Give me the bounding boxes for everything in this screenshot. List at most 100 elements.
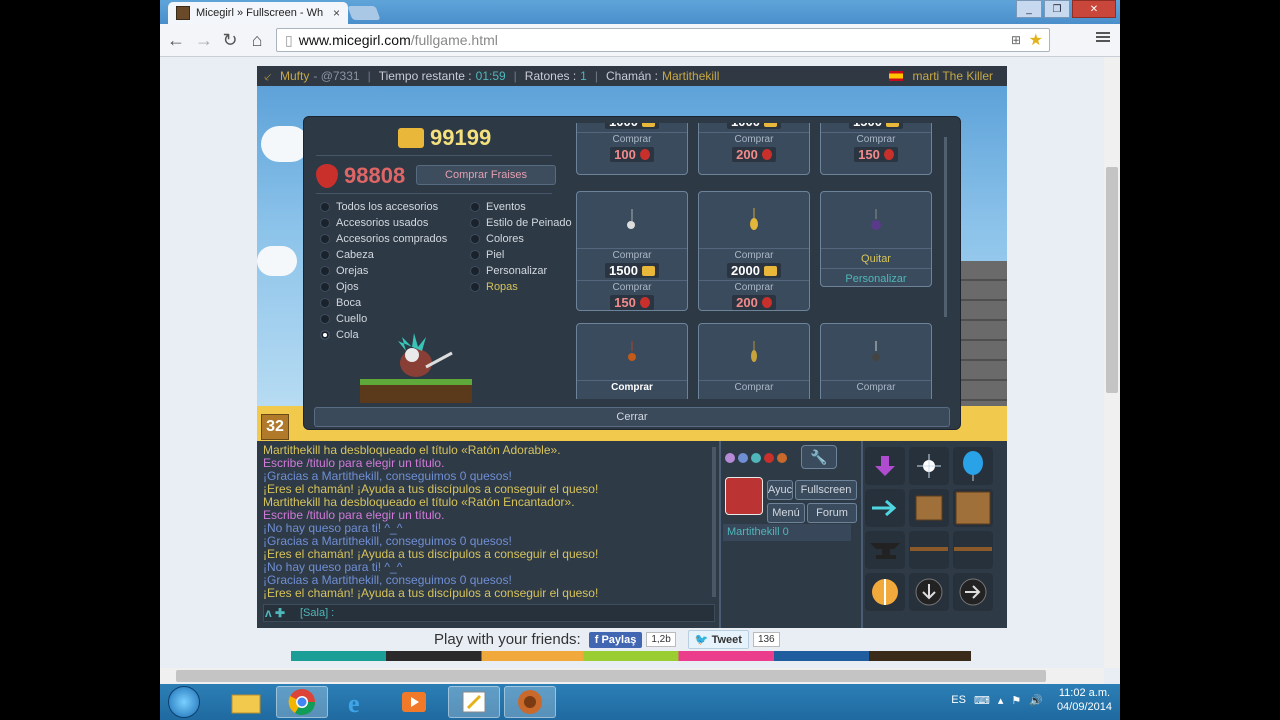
category-item-selected[interactable]: Cola bbox=[320, 329, 359, 341]
translate-icon[interactable]: ⊞ bbox=[1011, 33, 1021, 47]
caret-icon[interactable]: ʌ bbox=[265, 606, 272, 620]
minimize-button[interactable]: _ bbox=[1016, 0, 1042, 18]
shop-item[interactable]: Comprar 1000 Comprar 100 bbox=[576, 123, 688, 175]
flag-icon[interactable]: ⚑ bbox=[1011, 694, 1021, 707]
tab-close-icon[interactable]: × bbox=[333, 6, 340, 20]
berry-buy-section[interactable]: Comprar 150 bbox=[821, 132, 931, 164]
spirit-icon[interactable] bbox=[909, 447, 949, 485]
arrow-down-icon[interactable] bbox=[865, 447, 905, 485]
browser-tab[interactable]: Micegirl » Fullscreen - Wh × bbox=[168, 2, 348, 24]
help-button[interactable]: Ayuc bbox=[767, 480, 793, 500]
clock[interactable]: 11:02 a.m. 04/09/2014 bbox=[1057, 686, 1112, 714]
scroll-thumb[interactable] bbox=[1106, 167, 1118, 393]
avatar[interactable] bbox=[725, 477, 763, 515]
start-button[interactable] bbox=[168, 686, 200, 718]
arrow-down-circle-icon[interactable] bbox=[909, 573, 949, 611]
category-item[interactable]: Ropas bbox=[470, 281, 518, 293]
horizontal-scrollbar[interactable] bbox=[160, 668, 1104, 684]
fullscreen-button[interactable]: Fullscreen bbox=[795, 480, 857, 500]
small-plank-icon[interactable] bbox=[909, 531, 949, 569]
berry-buy-section[interactable]: Comprar 150 bbox=[577, 280, 687, 312]
chrome-menu-icon[interactable] bbox=[1096, 30, 1110, 44]
balloon-icon[interactable] bbox=[953, 447, 993, 485]
category-item[interactable]: Ojos bbox=[320, 281, 359, 293]
facebook-share-button[interactable]: f Paylaş bbox=[588, 631, 643, 648]
back-icon[interactable]: ← bbox=[164, 30, 188, 51]
cheese-buy-section[interactable]: Comprar bbox=[577, 380, 687, 399]
small-box-icon[interactable] bbox=[909, 489, 949, 527]
reload-icon[interactable]: ↻ bbox=[218, 30, 242, 51]
tray-chevron-icon[interactable]: ▴ bbox=[998, 694, 1004, 707]
plus-icon[interactable]: ✚ bbox=[275, 606, 285, 620]
customize-button[interactable]: Personalizar bbox=[821, 268, 931, 288]
internet-explorer-icon[interactable]: e bbox=[332, 686, 384, 718]
category-item[interactable]: Piel bbox=[470, 249, 504, 261]
home-icon[interactable]: ⌂ bbox=[245, 30, 269, 51]
menu-button[interactable]: Menú bbox=[767, 503, 805, 523]
large-plank-icon[interactable] bbox=[953, 531, 993, 569]
remove-button[interactable]: Quitar bbox=[821, 248, 931, 268]
chat-scrollbar[interactable] bbox=[712, 447, 716, 597]
category-item[interactable]: Estilo de Peinado bbox=[470, 217, 572, 229]
items-scrollbar[interactable] bbox=[944, 137, 947, 317]
paint-icon[interactable] bbox=[448, 686, 500, 718]
cheese-buy-section[interactable]: Comprar 2000 bbox=[699, 248, 809, 280]
category-item[interactable]: Eventos bbox=[470, 201, 526, 213]
category-item[interactable]: Personalizar bbox=[470, 265, 547, 277]
cheese-buy-section[interactable]: Comprar bbox=[821, 380, 931, 399]
volume-icon[interactable]: 🔊 bbox=[1029, 694, 1043, 707]
category-item[interactable]: Cuello bbox=[320, 313, 367, 325]
category-item[interactable]: Cabeza bbox=[320, 249, 374, 261]
game-frame[interactable]: ⸔ Mufty - @7331 | Tiempo restante : 01:5… bbox=[257, 66, 1007, 628]
arrow-right-icon[interactable] bbox=[865, 489, 905, 527]
close-window-button[interactable]: ✕ bbox=[1072, 0, 1116, 18]
language-indicator[interactable]: ES bbox=[951, 694, 966, 706]
category-item[interactable]: Accesorios usados bbox=[320, 217, 428, 229]
strawberry-balance: 98808 bbox=[316, 163, 405, 189]
berry-buy-section[interactable]: Comprar 100 bbox=[577, 132, 687, 164]
chrome-icon[interactable] bbox=[276, 686, 328, 718]
anvil-icon[interactable] bbox=[865, 531, 905, 569]
forward-icon[interactable]: → bbox=[192, 30, 216, 51]
shop-item-owned[interactable]: Quitar Personalizar bbox=[820, 191, 932, 287]
berry-buy-section[interactable]: Comprar 200 bbox=[699, 132, 809, 164]
keyboard-icon[interactable]: ⌨ bbox=[974, 694, 990, 707]
ball-icon[interactable] bbox=[865, 573, 905, 611]
cheese-buy-section[interactable]: Comprar 1000 bbox=[577, 123, 687, 132]
cheese-buy-section[interactable]: Comprar 1500 bbox=[577, 248, 687, 280]
category-item[interactable]: Boca bbox=[320, 297, 361, 309]
shop-item[interactable]: Comprar bbox=[576, 323, 688, 399]
shop-item[interactable]: Comprar bbox=[698, 323, 810, 399]
shop-item[interactable]: Comprar bbox=[820, 323, 932, 399]
scroll-thumb[interactable] bbox=[176, 670, 1046, 682]
maximize-button[interactable]: ❐ bbox=[1044, 0, 1070, 18]
close-shop-button[interactable]: Cerrar bbox=[314, 407, 950, 427]
category-item[interactable]: Todos los accesorios bbox=[320, 201, 438, 213]
vertical-scrollbar[interactable] bbox=[1104, 57, 1120, 668]
system-tray: ES ⌨ ▴ ⚑ 🔊 11:02 a.m. 04/09/2014 bbox=[951, 686, 1112, 714]
bookmark-star-icon[interactable]: ★ bbox=[1029, 30, 1043, 50]
berry-buy-section[interactable]: Comprar 200 bbox=[699, 280, 809, 312]
arrow-right-circle-icon[interactable] bbox=[953, 573, 993, 611]
category-item[interactable]: Accesorios comprados bbox=[320, 233, 447, 245]
category-item[interactable]: Orejas bbox=[320, 265, 368, 277]
shop-item[interactable]: Comprar 2000 Comprar 200 bbox=[698, 191, 810, 311]
tweet-button[interactable]: 🐦 Tweet bbox=[687, 630, 749, 649]
cheese-buy-section[interactable]: Comprar 1000 bbox=[699, 123, 809, 132]
cheese-buy-section[interactable]: Comprar bbox=[699, 380, 809, 399]
category-item[interactable]: Colores bbox=[470, 233, 524, 245]
game-app-icon[interactable] bbox=[504, 686, 556, 718]
explorer-icon[interactable] bbox=[220, 686, 272, 718]
shop-item[interactable]: Comprar 1500 Comprar 150 bbox=[576, 191, 688, 311]
shop-item[interactable]: Comprar 1000 Comprar 200 bbox=[698, 123, 810, 175]
buy-strawberries-button[interactable]: Comprar Fraises bbox=[416, 165, 556, 185]
wrench-icon[interactable]: 🔧 bbox=[801, 445, 837, 469]
chat-input[interactable]: [Sala] : bbox=[263, 604, 715, 622]
forum-button[interactable]: Forum bbox=[807, 503, 857, 523]
new-tab-button[interactable] bbox=[347, 6, 381, 20]
cheese-buy-section[interactable]: Comprar 1500 bbox=[821, 123, 931, 132]
large-box-icon[interactable] bbox=[953, 489, 993, 527]
address-bar[interactable]: ▯ www.micegirl.com /fullgame.html ⊞ ★ bbox=[276, 28, 1050, 52]
media-player-icon[interactable] bbox=[388, 686, 440, 718]
shop-item[interactable]: Comprar 1500 Comprar 150 bbox=[820, 123, 932, 175]
